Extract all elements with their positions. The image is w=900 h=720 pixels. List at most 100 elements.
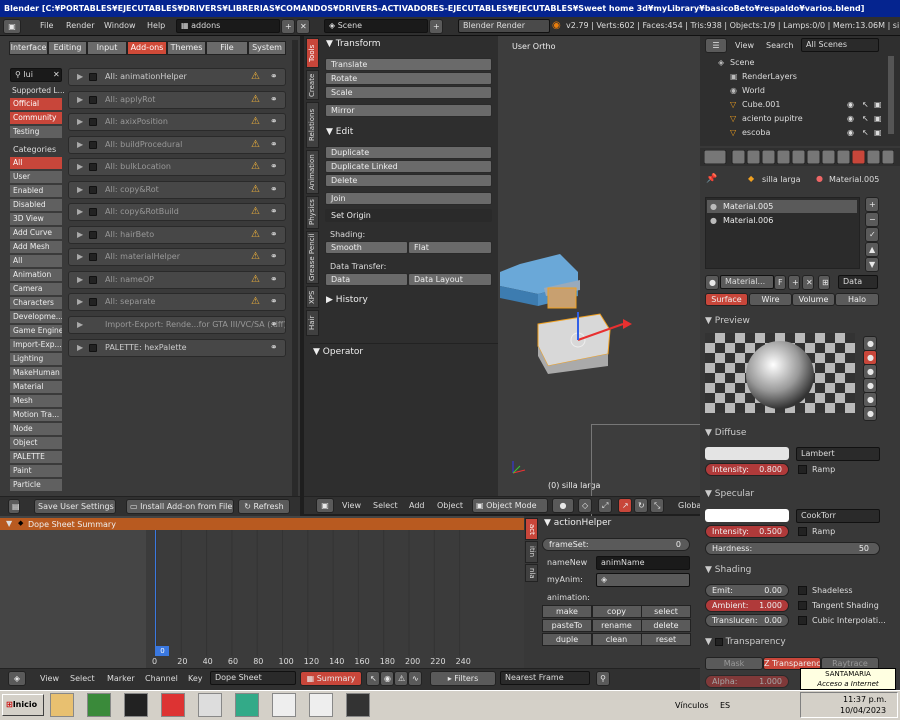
category-item[interactable]: Material xyxy=(10,381,62,394)
add-slot-button[interactable]: + xyxy=(865,197,879,212)
rotate-button[interactable]: Rotate xyxy=(325,72,492,85)
set-origin-select[interactable]: Set Origin xyxy=(325,209,492,222)
data-tab-icon[interactable] xyxy=(836,150,851,164)
addon-row[interactable]: ▶ All: bulkLocation ⚠ ⚭ xyxy=(68,158,286,176)
move-slot-up-button[interactable]: ▲ xyxy=(865,242,879,257)
scene-tab-icon[interactable] xyxy=(761,150,776,164)
expand-icon[interactable]: ▶ xyxy=(77,204,83,220)
category-item[interactable]: All xyxy=(10,157,62,170)
material-link-select[interactable]: Data xyxy=(838,275,878,289)
operator-panel-header[interactable]: ▼ Operator xyxy=(313,347,363,357)
render-layers-tab-icon[interactable] xyxy=(746,150,761,164)
duplicate-linked-button[interactable]: Duplicate Linked xyxy=(325,160,492,173)
editor-type-outliner[interactable]: ☰ xyxy=(705,38,727,53)
expand-icon[interactable]: ▶ xyxy=(77,137,83,153)
remove-screen-button[interactable]: ✕ xyxy=(296,19,310,34)
addon-enable-checkbox[interactable] xyxy=(89,118,97,126)
category-item[interactable]: Import-Exp... xyxy=(10,339,62,352)
clean-button[interactable]: clean xyxy=(591,633,642,646)
delete-button[interactable]: Delete xyxy=(325,174,492,187)
category-item[interactable]: Node xyxy=(10,423,62,436)
support-level-community[interactable]: Community xyxy=(10,112,62,125)
unlink-material-button[interactable]: ✕ xyxy=(802,275,814,290)
tool-tab-hair[interactable]: Hair xyxy=(306,310,319,336)
addon-row[interactable]: ▶ Import-Export: Rende...for GTA III/VC/S… xyxy=(68,316,286,334)
action-helper-header[interactable]: ▼ actionHelper xyxy=(544,518,611,528)
addon-row[interactable]: ▶ All: separate ⚠ ⚭ xyxy=(68,293,286,311)
mirror-button[interactable]: Mirror xyxy=(325,104,492,117)
outliner-menu-view[interactable]: View xyxy=(735,41,754,50)
dope-menu-key[interactable]: Key xyxy=(188,674,203,683)
tool-tab-xps[interactable]: XPS xyxy=(306,286,319,308)
editor-type-prefs[interactable]: ▤ xyxy=(8,499,20,514)
filters-button[interactable]: ▸ Filters xyxy=(430,671,496,686)
category-item[interactable]: All xyxy=(10,255,62,268)
world-tab-icon[interactable] xyxy=(776,150,791,164)
namenew-input[interactable]: animName xyxy=(596,556,690,570)
addon-enable-checkbox[interactable] xyxy=(89,344,97,352)
manipulator-toggle-icon[interactable]: ⤢ xyxy=(598,498,612,513)
summary-toggle[interactable]: ▦ Summary xyxy=(300,671,362,686)
dope-sheet-mode-select[interactable]: Dope Sheet xyxy=(210,671,296,685)
duplicate-button[interactable]: Duplicate xyxy=(325,146,492,159)
texture-tab-icon[interactable] xyxy=(866,150,881,164)
shade-flat-button[interactable]: Flat xyxy=(408,241,492,254)
menu-help[interactable]: Help xyxy=(147,21,165,30)
pasteTo-button[interactable]: pasteTo xyxy=(542,619,592,632)
links-toolbar[interactable]: Vínculos xyxy=(675,701,709,710)
category-item[interactable]: Add Mesh xyxy=(10,241,62,254)
dope-menu-select[interactable]: Select xyxy=(70,674,95,683)
rename-button[interactable]: rename xyxy=(591,619,642,632)
shade-smooth-button[interactable]: Smooth xyxy=(325,241,408,254)
render-camera-icon[interactable]: ▣ xyxy=(874,114,882,123)
new-material-button[interactable]: + xyxy=(788,275,800,290)
screen-layout-field[interactable]: ▦ addons xyxy=(176,19,280,33)
tool-tab-greasepencil[interactable]: Grease Pencil xyxy=(306,231,319,284)
category-item[interactable]: Developme... xyxy=(10,311,62,324)
summary-expand-icon[interactable]: ▼ xyxy=(6,519,12,528)
pin-icon[interactable]: 📌 xyxy=(706,174,717,184)
select-arrow-icon[interactable]: ↖ xyxy=(862,114,869,123)
addon-row[interactable]: ▶ All: axixPosition ⚠ ⚭ xyxy=(68,113,286,131)
clock-date[interactable]: 10/04/2023 xyxy=(840,706,886,715)
expand-icon[interactable]: ▶ xyxy=(77,249,83,265)
tool-tab-tools[interactable]: Tools xyxy=(306,38,319,68)
gamepad-icon[interactable] xyxy=(198,693,222,717)
scene-field[interactable]: ◈ Scene xyxy=(324,19,428,33)
translucency-slider[interactable]: Translucen: 0.00 xyxy=(705,614,789,627)
outliner-scrollbar[interactable] xyxy=(888,56,894,134)
scale-button[interactable]: Scale xyxy=(325,86,492,99)
font-icon[interactable] xyxy=(272,693,296,717)
material-type-volume[interactable]: Volume xyxy=(792,293,835,306)
data-layout-button[interactable]: Data Layout xyxy=(408,273,492,286)
prefs-tab-interface[interactable]: Interface xyxy=(9,41,48,55)
addon-list-scrollbar[interactable] xyxy=(292,40,298,510)
expand-icon[interactable]: ▶ xyxy=(77,114,83,130)
prefs-tab-system[interactable]: System xyxy=(248,41,286,55)
python-icon[interactable] xyxy=(346,693,370,717)
myanim-select[interactable]: ◈ xyxy=(596,573,690,587)
preview-panel-header[interactable]: ▼ Preview xyxy=(705,316,750,326)
shadeless-checkbox[interactable] xyxy=(798,586,807,595)
expand-icon[interactable]: ▶ xyxy=(77,317,83,333)
pivot-point-select[interactable]: ◇ xyxy=(578,498,592,513)
editor-type-info[interactable]: ▣ xyxy=(3,19,21,34)
specular-intensity-slider[interactable]: Intensity: 0.500 xyxy=(705,525,789,538)
save-user-settings-button[interactable]: Save User Settings xyxy=(34,499,116,514)
expand-icon[interactable]: ▶ xyxy=(77,227,83,243)
show-errors-icon[interactable]: ⚠ xyxy=(394,671,408,686)
tool-tab-animation[interactable]: Animation xyxy=(306,150,319,194)
terminal-icon[interactable] xyxy=(124,693,148,717)
f-curve-icon[interactable]: ∿ xyxy=(408,671,422,686)
translate-manipulator-icon[interactable]: ↗ xyxy=(618,498,632,513)
addon-enable-checkbox[interactable] xyxy=(89,186,97,194)
category-item[interactable]: Animation xyxy=(10,269,62,282)
render-camera-icon[interactable]: ▣ xyxy=(874,128,882,137)
visibility-eye-icon[interactable]: ◉ xyxy=(847,100,854,109)
action-tab-act[interactable]: act xyxy=(525,518,538,540)
category-item[interactable]: Object xyxy=(10,437,62,450)
specular-color-swatch[interactable] xyxy=(705,509,789,522)
category-item[interactable]: Mesh xyxy=(10,395,62,408)
data-transfer-button[interactable]: Data xyxy=(325,273,408,286)
addon-row[interactable]: ▶ All: copy&RotBuild ⚠ ⚭ xyxy=(68,203,286,221)
